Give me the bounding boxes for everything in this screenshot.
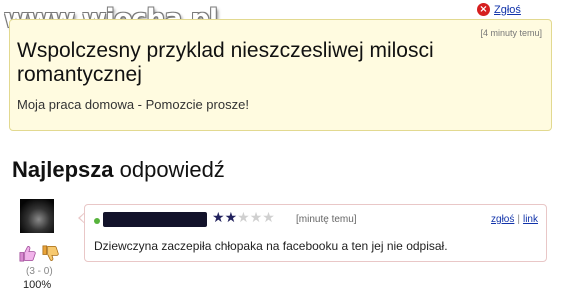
answer-report-link[interactable]: zgłoś [491, 214, 514, 225]
question-detail: Moja praca domowa - Pomozcie prosze! [17, 97, 249, 112]
question-title: Wspolczesny przyklad nieszczesliwej milo… [17, 39, 434, 86]
vote-count: (3 - 0) [26, 266, 53, 277]
star-filled-icon: ★ [212, 210, 225, 226]
star-filled-icon: ★ [224, 210, 238, 226]
vote-percent: 100% [23, 279, 52, 291]
report-question[interactable]: × Zgłoś [477, 3, 521, 16]
avatar[interactable] [20, 199, 54, 233]
answer-timestamp: [minutę temu] [296, 214, 357, 225]
vote-buttons [18, 244, 60, 263]
online-status-icon [94, 218, 100, 224]
close-circle-icon: × [477, 3, 490, 16]
question-box: [4 minuty temu] Wspolczesny przyklad nie… [9, 19, 552, 131]
answer-links-separator: | [517, 214, 520, 225]
answer-permalink[interactable]: link [523, 214, 538, 225]
star-empty-icon: ★ [237, 210, 250, 226]
best-answer-heading-rest: odpowiedź [113, 157, 225, 182]
best-answer-heading: Najlepsza odpowiedź [12, 157, 225, 183]
answer-box: ★ ★ ★ ★ ★ [minutę temu] zgłoś | link Dziewcz… [84, 204, 547, 262]
report-link[interactable]: Zgłoś [494, 4, 521, 16]
thumbs-down-icon[interactable] [41, 244, 60, 263]
username-redacted[interactable] [103, 212, 207, 227]
star-empty-icon: ★ [249, 210, 263, 226]
thumbs-up-icon[interactable] [18, 244, 37, 263]
rating-stars: ★ ★ ★ ★ ★ [212, 210, 275, 226]
question-timestamp: [4 minuty temu] [480, 28, 542, 38]
star-empty-icon: ★ [262, 210, 275, 226]
answer-text: Dziewczyna zaczepiła chłopaka na faceboo… [94, 239, 448, 253]
answer-actions: zgłoś | link [491, 214, 538, 225]
best-answer-heading-bold: Najlepsza [12, 157, 114, 182]
